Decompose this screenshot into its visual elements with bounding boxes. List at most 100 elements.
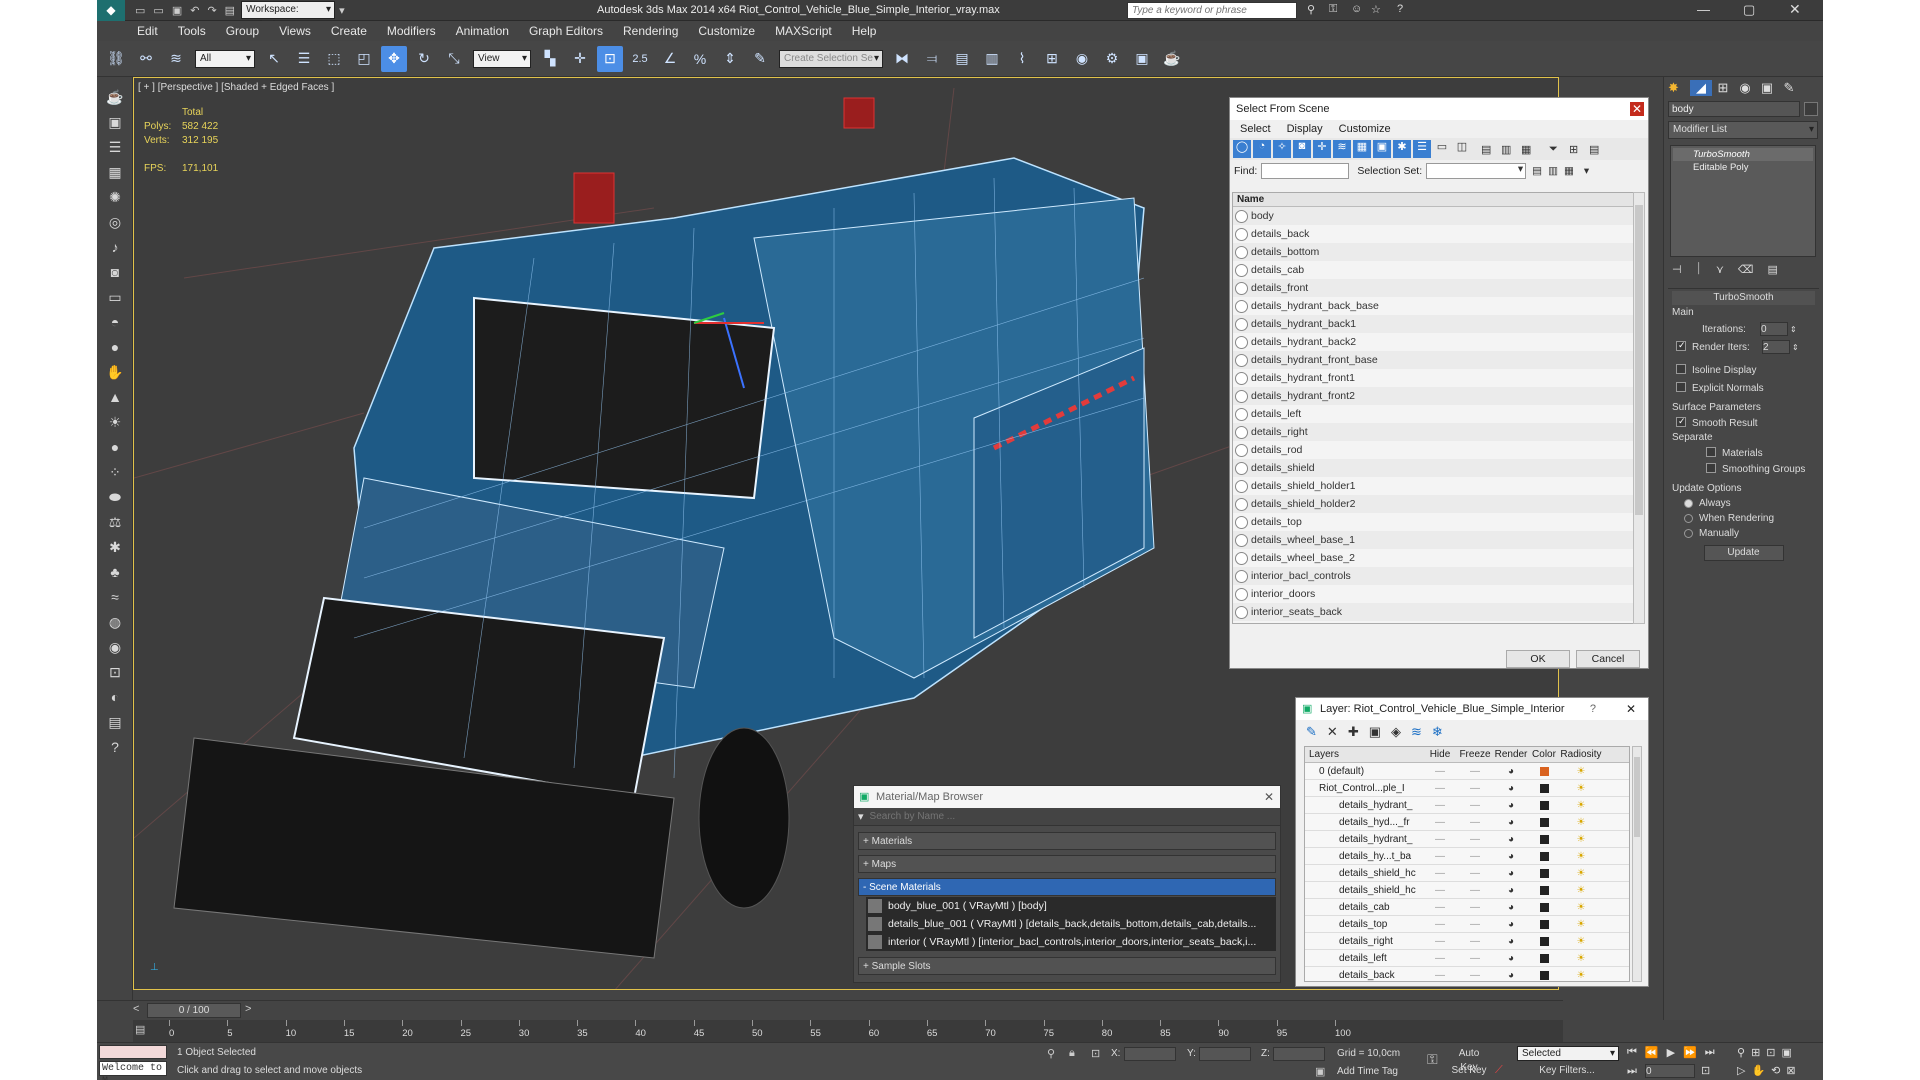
save-file-icon[interactable]: ▣ xyxy=(172,4,182,17)
display-dependents-icon[interactable]: ▦ xyxy=(1521,143,1539,156)
hand-icon[interactable]: ✋ xyxy=(102,361,128,383)
layer-manager-icon[interactable]: ▤ xyxy=(949,46,975,72)
cone-icon[interactable]: ▲ xyxy=(102,386,128,408)
star-icon[interactable]: ☆ xyxy=(1371,3,1381,16)
isoline-checkbox[interactable] xyxy=(1676,364,1686,375)
maximize-button[interactable]: ▢ xyxy=(1743,2,1755,18)
layer-freeze-toggle[interactable]: — xyxy=(1457,831,1493,848)
layer-hide-toggle[interactable]: — xyxy=(1423,950,1457,967)
layer-radiosity-icon[interactable]: ☀ xyxy=(1559,916,1603,933)
rotate-tool-icon[interactable]: ↻ xyxy=(411,46,437,72)
layer-render-toggle-icon[interactable]: ◕ xyxy=(1493,780,1529,797)
layer-radiosity-icon[interactable]: ☀ xyxy=(1559,831,1603,848)
isolate-icon[interactable]: ⚲ xyxy=(1047,1047,1055,1060)
track-bar-menu-icon[interactable]: ▤ xyxy=(135,1023,145,1036)
reference-coord-dropdown[interactable]: View xyxy=(473,49,531,68)
layer-freeze-toggle[interactable]: — xyxy=(1457,950,1493,967)
select-layer-objects-icon[interactable]: ▣ xyxy=(1369,724,1381,740)
tree-icon[interactable]: ♣ xyxy=(102,561,128,583)
named-selection-dropdown[interactable]: Create Selection Se xyxy=(779,49,883,68)
iterations-input[interactable] xyxy=(1760,322,1788,336)
layer-freeze-toggle[interactable]: — xyxy=(1457,933,1493,950)
layer-col-color[interactable]: Color xyxy=(1529,749,1559,760)
go-to-start-icon[interactable]: ⏮ xyxy=(1627,1046,1637,1059)
filter-lights-icon[interactable]: ✧ xyxy=(1273,140,1291,158)
zoom-icon[interactable]: ⚲ xyxy=(1737,1046,1745,1059)
ok-button[interactable]: OK xyxy=(1506,650,1570,668)
layer-hide-toggle[interactable]: — xyxy=(1423,763,1457,780)
select-scene-menu-select[interactable]: Select xyxy=(1240,123,1271,135)
undo-icon[interactable]: ↶ xyxy=(190,4,199,17)
selection-set-dropdown[interactable]: ▾ xyxy=(1426,163,1527,179)
scene-object-row[interactable]: details_top xyxy=(1233,513,1633,531)
layer-color-swatch[interactable] xyxy=(1529,851,1559,861)
scene-object-row[interactable]: details_cab xyxy=(1233,261,1633,279)
layer-row[interactable]: details_shield_hc — — ◕ ☀ xyxy=(1305,865,1629,882)
layer-render-toggle-icon[interactable]: ◕ xyxy=(1493,831,1529,848)
pin-stack-icon[interactable]: ⊣ xyxy=(1672,263,1682,276)
turbosmooth-rollout-title[interactable]: TurboSmooth xyxy=(1672,291,1815,305)
modifier-stack-item-turbosmooth[interactable]: TurboSmooth xyxy=(1673,148,1813,161)
scene-object-row[interactable]: details_hydrant_front1 xyxy=(1233,369,1633,387)
unlink-icon[interactable]: ⚯ xyxy=(133,46,159,72)
layer-radiosity-icon[interactable]: ☀ xyxy=(1559,865,1603,882)
select-scene-menu-display[interactable]: Display xyxy=(1287,123,1323,135)
select-scene-menu-customize[interactable]: Customize xyxy=(1339,123,1391,135)
manually-radio[interactable] xyxy=(1684,528,1693,538)
hemisphere-icon[interactable]: ◓ xyxy=(102,311,128,333)
layer-row[interactable]: details_hydrant_ — — ◕ ☀ xyxy=(1305,797,1629,814)
redo-icon[interactable]: ↷ xyxy=(207,4,216,17)
pill-icon[interactable]: ⬬ xyxy=(102,486,128,508)
key-icon[interactable]: ⚿ xyxy=(1329,3,1337,16)
maximize-viewport-icon[interactable]: ⊠ xyxy=(1786,1064,1795,1077)
selset-edit-icon[interactable]: ▥ xyxy=(1548,165,1558,177)
lock-selection-icon[interactable]: 🔒︎ xyxy=(1069,1047,1075,1060)
workspace-extra-icon[interactable]: ▾ xyxy=(339,4,345,17)
material-item[interactable]: body_blue_001 ( VRayMtl ) [body] xyxy=(866,897,1276,915)
modify-tab-icon[interactable]: ◢ xyxy=(1690,80,1712,96)
layer-render-toggle-icon[interactable]: ◕ xyxy=(1493,933,1529,950)
absolute-mode-icon[interactable]: ⊡ xyxy=(1091,1047,1100,1060)
layer-hide-toggle[interactable]: — xyxy=(1423,899,1457,916)
scene-object-row[interactable]: details_wheel_base_1 xyxy=(1233,531,1633,549)
layer-help-button[interactable]: ? xyxy=(1590,698,1596,720)
filter-groups-icon[interactable]: ▦ xyxy=(1353,140,1371,158)
select-scene-close-button[interactable]: ✕ xyxy=(1630,102,1644,116)
move-tool-icon[interactable]: ✥ xyxy=(381,45,407,72)
layer-hide-toggle[interactable]: — xyxy=(1423,831,1457,848)
freeze-all-layers-icon[interactable]: ❄ xyxy=(1432,724,1443,740)
graphite-toolbar-icon[interactable]: ▥ xyxy=(979,46,1005,72)
layer-freeze-toggle[interactable]: — xyxy=(1457,882,1493,899)
layer-render-toggle-icon[interactable]: ◕ xyxy=(1493,797,1529,814)
display-influences-icon[interactable]: ▥ xyxy=(1501,143,1519,156)
pivot-center-icon[interactable]: ▚ xyxy=(537,46,563,72)
columns-icon[interactable]: ▤ xyxy=(1589,143,1607,156)
select-object-icon[interactable]: ↖ xyxy=(261,46,287,72)
render-iters-spinner[interactable]: ⇕ xyxy=(1792,343,1799,352)
filter-helpers-icon[interactable]: ✛ xyxy=(1313,140,1331,158)
layer-row[interactable]: details_hy...t_ba — — ◕ ☀ xyxy=(1305,848,1629,865)
show-end-result-icon[interactable]: ⏐ xyxy=(1696,263,1702,276)
layer-table[interactable]: Layers Hide Freeze Render Color Radiosit… xyxy=(1304,746,1630,982)
select-manipulate-icon[interactable]: ✛ xyxy=(567,46,593,72)
time-tag-icon[interactable]: ▣ xyxy=(1315,1065,1325,1078)
hide-all-layers-icon[interactable]: ≋ xyxy=(1411,724,1422,740)
menu-animation[interactable]: Animation xyxy=(446,21,519,41)
layer-color-swatch[interactable] xyxy=(1529,868,1559,878)
layer-freeze-toggle[interactable]: — xyxy=(1457,848,1493,865)
layer-col-hide[interactable]: Hide xyxy=(1423,749,1457,760)
auto-key-button[interactable]: Auto Key xyxy=(1449,1047,1489,1073)
layer-hide-toggle[interactable]: — xyxy=(1423,933,1457,950)
key-mode-toggle-icon[interactable]: ⏭ xyxy=(1627,1065,1637,1078)
snapshot-icon[interactable]: ▣ xyxy=(102,111,128,133)
menu-group[interactable]: Group xyxy=(216,21,269,41)
window-crossing-icon[interactable]: ◰ xyxy=(351,46,377,72)
make-unique-icon[interactable]: ⋎ xyxy=(1716,263,1724,276)
time-config-icon[interactable]: ⊡ xyxy=(1701,1064,1710,1077)
highlight-layer-icon[interactable]: ◈ xyxy=(1391,724,1401,740)
render-iters-checkbox[interactable] xyxy=(1676,340,1686,351)
scene-object-row[interactable]: body xyxy=(1233,207,1633,225)
globe-icon[interactable]: ◉ xyxy=(102,636,128,658)
edit-named-sets-icon[interactable]: ✎ xyxy=(747,46,773,72)
filter-cameras-icon[interactable]: ◙ xyxy=(1293,140,1311,158)
